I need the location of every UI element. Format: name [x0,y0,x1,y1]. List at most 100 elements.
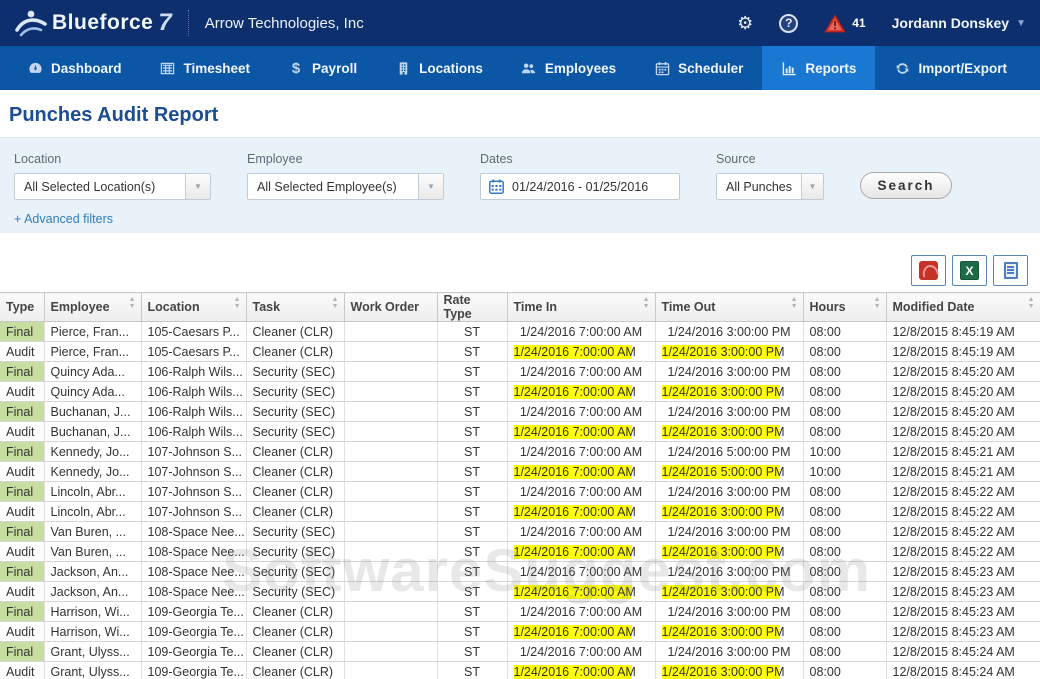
nav-item-reports[interactable]: Reports [762,46,875,90]
cell-work_order [344,442,437,462]
sort-arrows-icon[interactable]: ▲▼ [129,296,136,310]
cell-task: Cleaner (CLR) [246,482,344,502]
alerts-indicator[interactable]: 41 [824,14,865,33]
cell-hours: 08:00 [803,482,886,502]
column-header-modified[interactable]: Modified Date▲▼ [886,293,1040,322]
copy-export-icon[interactable] [993,255,1028,286]
cell-time_out: 1/24/2016 3:00:00 PM [655,322,803,342]
cell-hours: 10:00 [803,442,886,462]
table-row[interactable]: FinalVan Buren, ...108-Space Nee...Secur… [0,522,1040,542]
highlighted-time: 1/24/2016 7:00:00 AM [514,425,633,439]
table-row[interactable]: AuditGrant, Ulyss...109-Georgia Te...Cle… [0,662,1040,679]
table-row[interactable]: FinalQuincy Ada...106-Ralph Wils...Secur… [0,362,1040,382]
location-select[interactable]: All Selected Location(s) ▼ [14,173,211,200]
column-header-hours[interactable]: Hours▲▼ [803,293,886,322]
employee-select-arrow-icon[interactable]: ▼ [418,174,443,199]
cell-modified: 12/8/2015 8:45:20 AM [886,382,1040,402]
sort-arrows-icon[interactable]: ▲▼ [791,296,798,310]
cell-rate_type: ST [437,622,507,642]
cell-time_out: 1/24/2016 3:00:00 PM [655,342,803,362]
cell-work_order [344,582,437,602]
blueforce-logo[interactable]: Blueforce7 [14,8,172,38]
nav-item-locations[interactable]: Locations [376,46,502,90]
cell-employee: Quincy Ada... [44,382,141,402]
column-header-task[interactable]: Task▲▼ [246,293,344,322]
search-button[interactable]: Search [860,172,952,199]
employee-select[interactable]: All Selected Employee(s) ▼ [247,173,444,200]
table-row[interactable]: AuditHarrison, Wi...109-Georgia Te...Cle… [0,622,1040,642]
cell-modified: 12/8/2015 8:45:20 AM [886,362,1040,382]
sort-arrows-icon[interactable]: ▲▼ [643,296,650,310]
main-nav: DashboardTimesheet$PayrollLocationsEmplo… [0,46,1040,90]
payroll-icon: $ [288,60,304,76]
cell-work_order [344,562,437,582]
date-range-value: 01/24/2016 - 01/25/2016 [512,180,648,194]
table-row[interactable]: AuditLincoln, Abr...107-Johnson S...Clea… [0,502,1040,522]
cell-time_in: 1/24/2016 7:00:00 AM [507,602,655,622]
table-row[interactable]: FinalJackson, An...108-Space Nee...Secur… [0,562,1040,582]
pdf-export-icon[interactable] [911,255,946,286]
cell-time_out: 1/24/2016 3:00:00 PM [655,402,803,422]
user-menu[interactable]: Jordann Donskey ▼ [892,15,1026,31]
location-select-arrow-icon[interactable]: ▼ [185,174,210,199]
table-row[interactable]: AuditBuchanan, J...106-Ralph Wils...Secu… [0,422,1040,442]
nav-item-import-export[interactable]: Import/Export [875,46,1026,90]
cell-time_in: 1/24/2016 7:00:00 AM [507,562,655,582]
cell-rate_type: ST [437,342,507,362]
table-row[interactable]: FinalKennedy, Jo...107-Johnson S...Clean… [0,442,1040,462]
table-row[interactable]: FinalLincoln, Abr...107-Johnson S...Clea… [0,482,1040,502]
excel-export-icon[interactable]: X [952,255,987,286]
sort-arrows-icon[interactable]: ▲▼ [332,296,339,310]
column-header-employee[interactable]: Employee▲▼ [44,293,141,322]
sort-arrows-icon[interactable]: ▲▼ [1028,296,1035,310]
cell-type: Audit [0,662,44,679]
topbar-divider [188,10,189,36]
source-select[interactable]: All Punches ▼ [716,173,824,200]
nav-item-scheduler[interactable]: Scheduler [635,46,762,90]
table-row[interactable]: AuditPierce, Fran...105-Caesars P...Clea… [0,342,1040,362]
nav-item-employees[interactable]: Employees [502,46,635,90]
column-header-location[interactable]: Location▲▼ [141,293,246,322]
table-row[interactable]: AuditQuincy Ada...106-Ralph Wils...Secur… [0,382,1040,402]
table-row[interactable]: AuditJackson, An...108-Space Nee...Secur… [0,582,1040,602]
cell-work_order [344,462,437,482]
import-export-icon [894,60,910,76]
cell-modified: 12/8/2015 8:45:22 AM [886,502,1040,522]
cell-type: Audit [0,342,44,362]
nav-item-dashboard[interactable]: Dashboard [8,46,141,90]
cell-time_in: 1/24/2016 7:00:00 AM [507,522,655,542]
table-row[interactable]: AuditVan Buren, ...108-Space Nee...Secur… [0,542,1040,562]
cell-task: Security (SEC) [246,542,344,562]
advanced-filters-link[interactable]: + Advanced filters [14,212,113,226]
sort-arrows-icon[interactable]: ▲▼ [234,296,241,310]
column-header-time_in[interactable]: Time In▲▼ [507,293,655,322]
gear-icon[interactable]: ⚙ [737,14,753,32]
cell-hours: 08:00 [803,622,886,642]
cell-type: Final [0,562,44,582]
table-row[interactable]: FinalHarrison, Wi...109-Georgia Te...Cle… [0,602,1040,622]
help-icon[interactable]: ? [779,14,798,33]
nav-item-timesheet[interactable]: Timesheet [141,46,270,90]
table-row[interactable]: FinalBuchanan, J...106-Ralph Wils...Secu… [0,402,1040,422]
table-row[interactable]: AuditKennedy, Jo...107-Johnson S...Clean… [0,462,1040,482]
cell-employee: Van Buren, ... [44,522,141,542]
cell-hours: 10:00 [803,462,886,482]
date-range-input[interactable]: 01/24/2016 - 01/25/2016 [480,173,680,200]
logo-text: Blueforce [52,11,153,35]
column-header-time_out[interactable]: Time Out▲▼ [655,293,803,322]
highlighted-time: 1/24/2016 7:00:00 AM [514,545,633,559]
cell-rate_type: ST [437,482,507,502]
cell-task: Security (SEC) [246,522,344,542]
sort-arrows-icon[interactable]: ▲▼ [874,296,881,310]
source-select-arrow-icon[interactable]: ▼ [801,174,823,199]
cell-modified: 12/8/2015 8:45:22 AM [886,542,1040,562]
cell-time_out: 1/24/2016 3:00:00 PM [655,362,803,382]
table-row[interactable]: FinalPierce, Fran...105-Caesars P...Clea… [0,322,1040,342]
cell-work_order [344,422,437,442]
nav-item-payroll[interactable]: $Payroll [269,46,376,90]
cell-modified: 12/8/2015 8:45:23 AM [886,582,1040,602]
source-filter: Source All Punches ▼ [716,152,824,200]
cell-location: 106-Ralph Wils... [141,402,246,422]
cell-rate_type: ST [437,442,507,462]
table-row[interactable]: FinalGrant, Ulyss...109-Georgia Te...Cle… [0,642,1040,662]
